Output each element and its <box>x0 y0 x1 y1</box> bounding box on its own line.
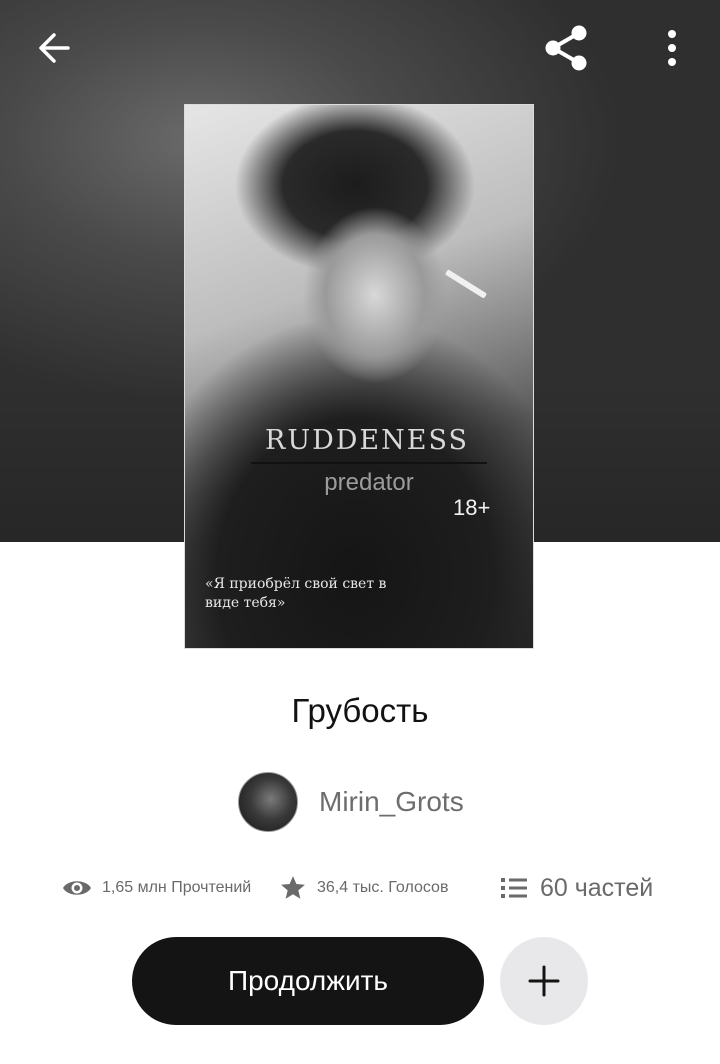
eye-icon <box>63 881 91 895</box>
cover-divider <box>251 462 487 464</box>
cover-title: RUDDENESS <box>265 425 469 456</box>
add-to-library-button[interactable] <box>500 937 588 1025</box>
more-options-button[interactable] <box>646 18 698 78</box>
story-stats: 1,65 млн Прочтений 36,4 тыс. Голосов 60 … <box>0 868 720 908</box>
star-icon <box>281 876 305 899</box>
author-name[interactable]: Mirin_Grots <box>319 786 464 818</box>
back-button[interactable] <box>22 18 86 78</box>
story-title: Грубость <box>291 692 429 729</box>
parts-count[interactable]: 60 частей <box>540 874 653 903</box>
parts-stat[interactable]: 60 частей <box>500 868 653 908</box>
cover-subtitle: predator <box>324 469 414 496</box>
share-icon <box>545 25 587 71</box>
votes-stat: 36,4 тыс. Голосов <box>279 868 448 908</box>
author-avatar[interactable] <box>238 772 298 832</box>
continue-reading-button[interactable]: Продолжить <box>132 937 484 1025</box>
votes-count: 36,4 тыс. Голосов <box>317 879 449 896</box>
reads-count: 1,65 млн Прочтений <box>102 879 252 896</box>
list-icon <box>501 878 527 898</box>
reads-stat: 1,65 млн Прочтений <box>62 868 251 908</box>
cover-quote: «Я приобрёл свой свет в виде тебя» <box>205 576 387 611</box>
cover-age-rating: 18+ <box>453 495 491 520</box>
cover-art-detail <box>444 269 488 299</box>
arrow-left-icon <box>39 33 70 63</box>
share-button[interactable] <box>534 18 600 78</box>
more-vertical-icon <box>668 30 676 66</box>
author-link[interactable]: Mirin_Grots <box>238 772 464 832</box>
plus-icon <box>528 965 560 997</box>
story-cover[interactable]: RUDDENESS predator 18+ «Я приобрёл свой … <box>184 104 534 649</box>
